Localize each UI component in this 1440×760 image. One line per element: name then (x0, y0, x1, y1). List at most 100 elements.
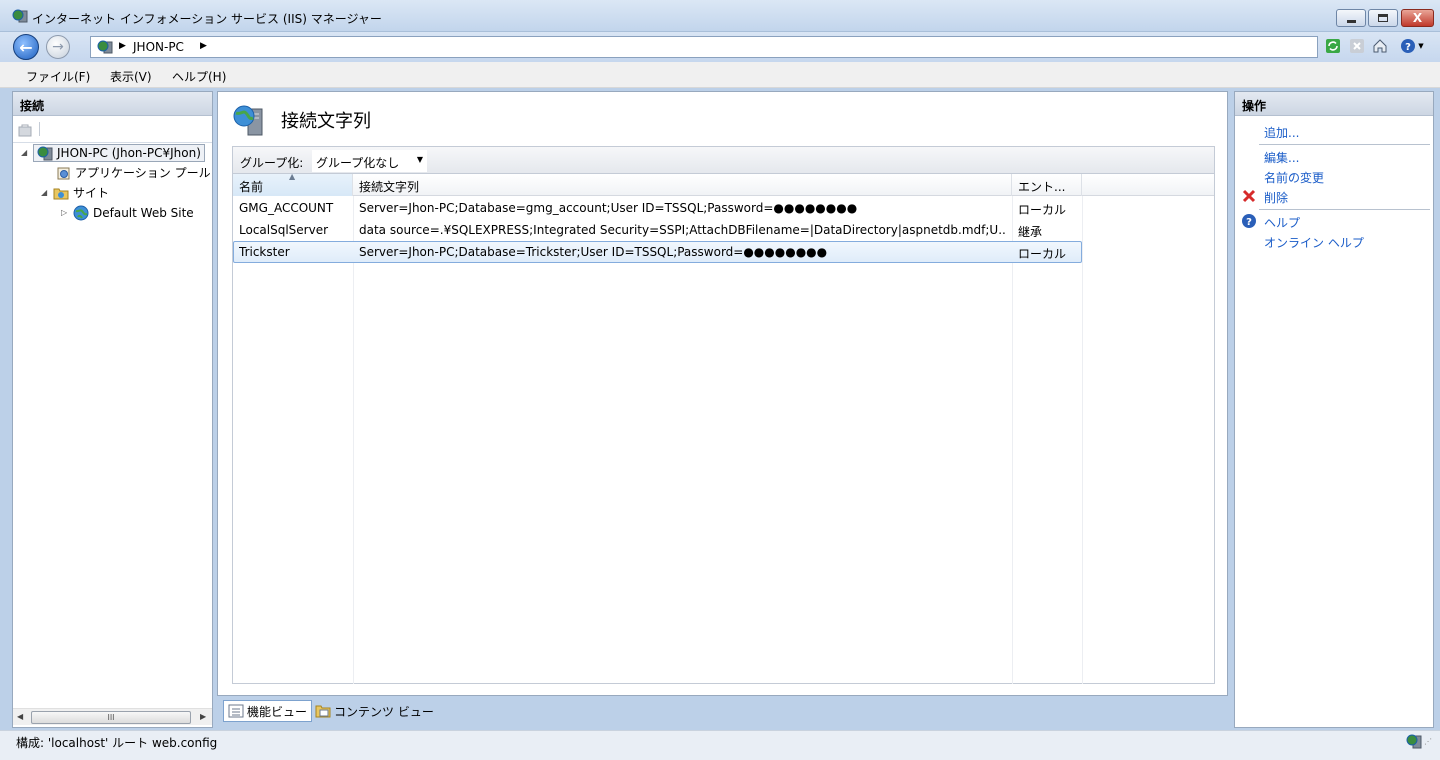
close-icon: X (1412, 11, 1423, 25)
maximize-button[interactable] (1368, 9, 1398, 27)
cell-connection-string: data source=.¥SQLEXPRESS;Integrated Secu… (359, 223, 1007, 237)
maximize-icon (1378, 14, 1388, 22)
sort-ascending-icon: ▲ (289, 172, 296, 181)
home-button[interactable] (1371, 37, 1389, 55)
window-title: インターネット インフォメーション サービス (IIS) マネージャー (32, 12, 382, 26)
expand-arrow-icon[interactable]: ◢ (21, 148, 33, 157)
back-button[interactable]: ← (13, 34, 39, 60)
scrollbar-thumb[interactable]: III (31, 711, 191, 724)
action-divider (1259, 209, 1430, 210)
arrow-right-icon: → (52, 39, 64, 55)
cell-entry-type: ローカル (1018, 203, 1067, 217)
breadcrumb-arrow-icon[interactable]: ▶ (200, 41, 207, 51)
cell-name: LocalSqlServer (239, 223, 329, 237)
arrow-left-icon: ← (19, 37, 33, 57)
action-edit[interactable]: 編集... (1264, 149, 1299, 166)
connections-header: 接続 (13, 92, 212, 116)
tree-node-default-web-site[interactable]: ▷ Default Web Site (61, 203, 194, 222)
tree-node-server-label-box[interactable]: JHON-PC (Jhon-PC¥Jhon) (33, 143, 205, 162)
home-icon (1373, 39, 1387, 53)
menu-file[interactable]: ファイル(F) (26, 68, 90, 85)
connections-panel: 接続 ◢ JHON-PC (Jhon-PC¥Jhon) アプリケーション プール… (12, 91, 213, 728)
svg-text:?: ? (1405, 42, 1411, 53)
action-online-help[interactable]: オンライン ヘルプ (1264, 234, 1364, 251)
address-bar[interactable]: ▶ JHON-PC ▶ (90, 36, 1318, 58)
group-by-label: グループ化: (240, 156, 304, 170)
tab-content-view[interactable]: コンテンツ ビュー (311, 700, 438, 722)
refresh-button[interactable] (1324, 37, 1342, 55)
help-icon: ? (1241, 213, 1257, 229)
tree-node-app-pools[interactable]: アプリケーション プール (55, 163, 211, 182)
action-delete[interactable]: 削除 (1264, 189, 1288, 206)
content-view-icon (315, 705, 331, 718)
app-pool-icon (57, 167, 70, 179)
refresh-icon (1326, 39, 1340, 53)
features-view-icon (228, 704, 244, 718)
breadcrumb-node[interactable]: JHON-PC (133, 40, 184, 54)
action-help[interactable]: ヘルプ (1264, 214, 1300, 231)
toolbar-divider (39, 122, 40, 136)
forward-button[interactable]: → (46, 35, 70, 59)
menu-view[interactable]: 表示(V) (110, 68, 152, 85)
cell-connection-string: Server=Jhon-PC;Database=gmg_account;User… (359, 201, 858, 215)
column-header-connection-string[interactable]: 接続文字列 (353, 174, 1012, 196)
status-bar: 構成: 'localhost' ルート web.config ⋰ (0, 730, 1440, 760)
chevron-down-icon: ▼ (1418, 42, 1424, 50)
group-by-value: グループ化なし (316, 156, 400, 170)
resize-grip-icon[interactable]: ⋰ (1424, 737, 1432, 746)
collapse-arrow-icon[interactable]: ▷ (61, 208, 73, 217)
page-title: 接続文字列 (281, 111, 371, 132)
expand-arrow-icon[interactable]: ◢ (41, 188, 53, 197)
action-rename[interactable]: 名前の変更 (1264, 169, 1324, 186)
stop-icon (1350, 39, 1364, 53)
cell-entry-type: ローカル (1018, 247, 1067, 261)
menu-help[interactable]: ヘルプ(H) (172, 68, 226, 85)
tree-label: Default Web Site (93, 205, 194, 220)
view-tabs: 機能ビュー コンテンツ ビュー (217, 698, 1228, 726)
tree-label: アプリケーション プール (75, 166, 211, 180)
column-divider (353, 196, 354, 684)
stop-button[interactable] (1348, 37, 1366, 55)
column-header-entry-type[interactable]: エント... (1012, 174, 1082, 196)
server-status-icon (1406, 734, 1422, 749)
tree-label: サイト (73, 186, 110, 200)
iis-app-icon (12, 9, 28, 23)
close-button[interactable]: X (1401, 9, 1434, 27)
minimize-icon (1346, 19, 1356, 23)
action-add[interactable]: 追加... (1264, 124, 1299, 141)
menu-bar: ファイル(F) 表示(V) ヘルプ(H) (0, 62, 1440, 88)
tree-node-server[interactable]: ◢ JHON-PC (Jhon-PC¥Jhon) (21, 143, 205, 162)
tab-features-view[interactable]: 機能ビュー (223, 700, 313, 722)
chevron-down-icon: ▼ (416, 155, 423, 164)
connections-toolbar (13, 117, 212, 143)
svg-text:?: ? (1246, 217, 1252, 228)
scroll-right-icon[interactable]: ▶ (200, 712, 206, 721)
table-row[interactable]: GMG_ACCOUNT Server=Jhon-PC;Database=gmg_… (233, 197, 1082, 219)
cell-entry-type: 継承 (1018, 225, 1043, 239)
actions-header: 操作 (1235, 92, 1433, 116)
server-icon (37, 146, 53, 160)
minimize-button[interactable] (1336, 9, 1366, 27)
table-row-selected[interactable]: Trickster Server=Jhon-PC;Database=Tricks… (233, 241, 1082, 263)
column-header-name[interactable]: ▲ 名前 (233, 172, 353, 196)
actions-panel: 操作 追加... 編集... 名前の変更 削除 ? ヘルプ オンライン ヘルプ (1234, 91, 1434, 728)
server-icon (97, 40, 113, 54)
column-divider (1082, 196, 1083, 684)
title-bar: インターネット インフォメーション サービス (IIS) マネージャー X (0, 0, 1440, 32)
table-row[interactable]: LocalSqlServer data source=.¥SQLEXPRESS;… (233, 219, 1082, 241)
cell-connection-string: Server=Jhon-PC;Database=Trickster;User I… (359, 245, 828, 259)
breadcrumb-arrow-icon[interactable]: ▶ (119, 41, 126, 51)
help-dropdown-button[interactable]: ? ▼ (1398, 37, 1426, 55)
scroll-left-icon[interactable]: ◀ (17, 712, 23, 721)
column-divider (1012, 196, 1013, 684)
globe-icon (73, 205, 89, 220)
help-icon: ? (1401, 39, 1416, 53)
status-text: 構成: 'localhost' ルート web.config (16, 736, 218, 750)
connection-strings-table: ▲ 名前 接続文字列 エント... GMG_ACCOUNT Server=Jho… (232, 172, 1215, 684)
table-header: ▲ 名前 接続文字列 エント... (233, 172, 1214, 196)
new-connection-icon[interactable] (17, 122, 33, 138)
tree-node-sites[interactable]: ◢ サイト (41, 183, 109, 202)
horizontal-scrollbar[interactable]: ◀ III ▶ (13, 708, 212, 725)
group-by-select[interactable]: グループ化なし ▼ (312, 150, 427, 172)
delete-icon (1241, 188, 1257, 204)
